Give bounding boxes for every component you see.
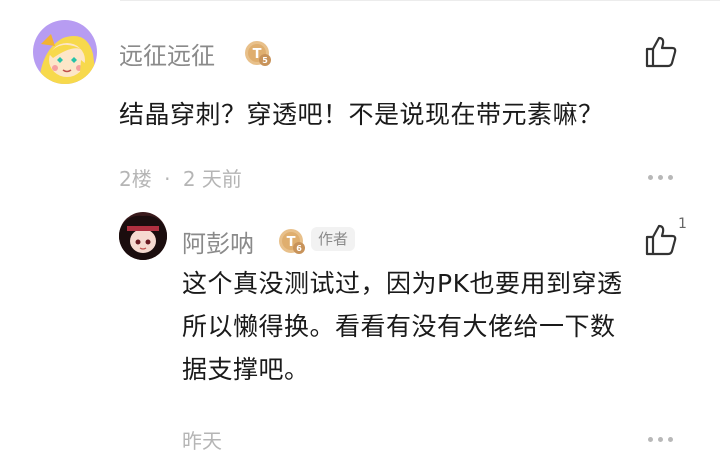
like-thumbs-up-icon[interactable]	[643, 34, 679, 70]
reply-content: 这个真没测试过，因为PK也要用到穿透 所以懒得换。看看有没有大佬给一下数 据支撑…	[182, 262, 622, 391]
reply-content-line: 据支撑吧。	[182, 355, 310, 384]
comment-content: 结晶穿刺？穿透吧！不是说现在带元素嘛？	[119, 100, 604, 129]
reply-username[interactable]: 阿彭呐	[182, 224, 254, 259]
like-count: 1	[678, 216, 687, 232]
like-thumbs-up-icon[interactable]	[643, 222, 679, 258]
comment-time: 2 天前	[182, 167, 242, 191]
author-tag: 作者	[311, 227, 356, 251]
meta-separator: ·	[164, 167, 171, 191]
reply-content-line: 这个真没测试过，因为PK也要用到穿透	[182, 269, 623, 298]
svg-text:5: 5	[262, 56, 268, 65]
more-dots-icon[interactable]	[648, 434, 674, 444]
floor-label: 2楼	[119, 167, 152, 191]
reply-content-line: 所以懒得换。看看有没有大佬给一下数	[182, 312, 616, 341]
more-dots-icon[interactable]	[648, 172, 674, 182]
comment-meta: 2楼 · 2 天前	[119, 163, 242, 192]
reply-time: 昨天	[182, 429, 222, 453]
level-coin-badge-icon: T 6	[279, 229, 305, 254]
avatar-illustration-icon	[33, 20, 97, 84]
comment-username[interactable]: 远征远征	[119, 36, 215, 71]
top-divider	[120, 0, 720, 1]
reply-user-avatar[interactable]	[119, 212, 167, 260]
svg-text:6: 6	[296, 244, 302, 253]
user-avatar[interactable]	[33, 20, 97, 84]
avatar-illustration-icon	[119, 212, 167, 260]
level-coin-badge-icon: T 5	[245, 41, 271, 66]
